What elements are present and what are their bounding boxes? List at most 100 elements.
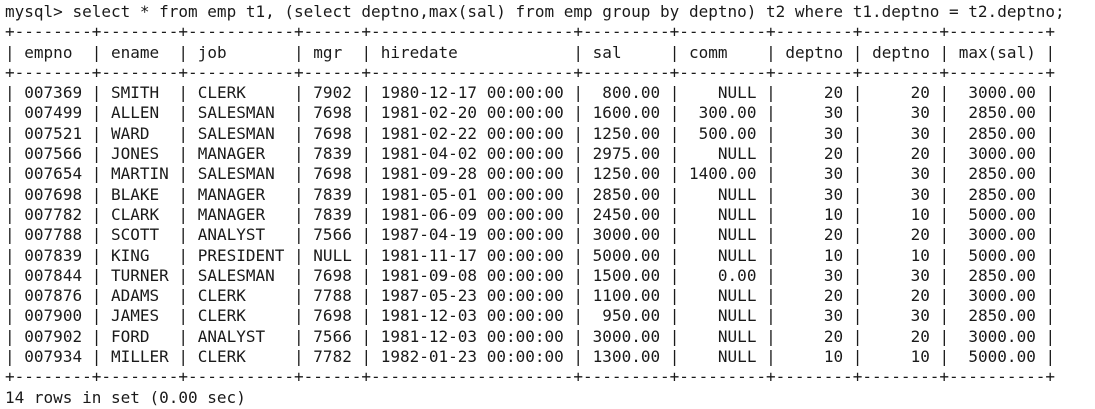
table-cell: SALESMAN: [197, 265, 285, 285]
table-cell: 30: [785, 164, 844, 184]
table-cell: 7839: [313, 184, 352, 204]
table-cell: 1982-01-23 00:00:00: [380, 347, 564, 367]
table-cell: 10: [872, 245, 930, 265]
table-cell: 7566: [313, 326, 352, 346]
table-cell: 7698: [313, 123, 352, 143]
table-row: | 007782 | CLARK | MANAGER | 7839 | 1981…: [5, 204, 1056, 224]
table-cell: JAMES: [110, 306, 169, 326]
table-cell: 2850.00: [958, 123, 1036, 143]
table-cell: 20: [872, 225, 930, 245]
table-cell: 7839: [313, 144, 352, 164]
table-cell: KING: [110, 245, 169, 265]
table-cell: 10: [785, 347, 844, 367]
table-cell: 7698: [313, 103, 352, 123]
table-cell: 20: [785, 225, 844, 245]
terminal-output: mysql> select * from emp t1, (select dep…: [0, 0, 1095, 408]
table-cell: ANALYST: [197, 225, 285, 245]
table-cell: NULL: [689, 184, 757, 204]
table-row: | 007369 | SMITH | CLERK | 7902 | 1980-1…: [5, 83, 1056, 103]
table-cell: NULL: [689, 245, 757, 265]
table-cell: 10: [785, 204, 844, 224]
column-header: deptno: [872, 42, 930, 62]
table-cell: NULL: [689, 83, 757, 103]
table-cell: 7698: [313, 164, 352, 184]
table-cell: 30: [872, 265, 930, 285]
table-cell: PRESIDENT: [197, 245, 285, 265]
table-cell: 3000.00: [958, 286, 1036, 306]
command-line: mysql> select * from emp t1, (select dep…: [5, 2, 1095, 22]
table-cell: JONES: [110, 144, 169, 164]
terminal-window[interactable]: mysql> select * from emp t1, (select dep…: [0, 0, 1095, 409]
table-cell: ANALYST: [197, 326, 285, 346]
table-cell: 20: [872, 144, 930, 164]
table-cell: 1981-11-17 00:00:00: [380, 245, 564, 265]
table-cell: NULL: [313, 245, 352, 265]
table-cell: CLERK: [197, 347, 285, 367]
column-header: mgr: [313, 42, 352, 62]
table-cell: 800.00: [592, 83, 661, 103]
table-cell: 20: [785, 83, 844, 103]
column-header: empno: [24, 42, 83, 62]
table-cell: 007839: [24, 245, 83, 265]
table-cell: 007654: [24, 164, 83, 184]
table-cell: 3000.00: [958, 83, 1036, 103]
table-cell: NULL: [689, 286, 757, 306]
table-border: +--------+--------+-----------+------+--…: [5, 62, 1055, 82]
table-cell: MANAGER: [197, 144, 285, 164]
table-cell: 3000.00: [958, 144, 1036, 164]
table-cell: 1400.00: [689, 164, 757, 184]
table-row: | 007698 | BLAKE | MANAGER | 7839 | 1981…: [5, 184, 1056, 204]
table-cell: 10: [872, 347, 930, 367]
table-cell: 007566: [24, 144, 83, 164]
table-cell: 007902: [24, 326, 83, 346]
table-cell: NULL: [689, 225, 757, 245]
table-cell: NULL: [689, 326, 757, 346]
table-cell: 3000.00: [592, 326, 661, 346]
table-cell: 1100.00: [592, 286, 661, 306]
table-cell: 7902: [313, 83, 352, 103]
table-row: | 007876 | ADAMS | CLERK | 7788 | 1987-0…: [5, 286, 1056, 306]
table-cell: 30: [785, 184, 844, 204]
table-cell: CLERK: [197, 306, 285, 326]
table-cell: 1300.00: [592, 347, 661, 367]
table-cell: 20: [872, 326, 930, 346]
table-cell: 3000.00: [592, 225, 661, 245]
table-cell: 007521: [24, 123, 83, 143]
table-cell: 30: [872, 103, 930, 123]
table-cell: MILLER: [110, 347, 169, 367]
table-cell: BLAKE: [110, 184, 169, 204]
table-cell: NULL: [689, 144, 757, 164]
table-cell: NULL: [689, 347, 757, 367]
column-header: deptno: [785, 42, 844, 62]
table-cell: 1600.00: [592, 103, 661, 123]
table-cell: 20: [785, 286, 844, 306]
column-header: job: [197, 42, 285, 62]
table-row: | 007844 | TURNER | SALESMAN | 7698 | 19…: [5, 265, 1056, 285]
table-cell: 1987-05-23 00:00:00: [380, 286, 564, 306]
table-cell: 20: [785, 326, 844, 346]
table-cell: 1981-06-09 00:00:00: [380, 204, 564, 224]
table-row: | 007521 | WARD | SALESMAN | 7698 | 1981…: [5, 123, 1056, 143]
table-cell: 7782: [313, 347, 352, 367]
table-cell: MARTIN: [110, 164, 169, 184]
table-cell: 1981-09-08 00:00:00: [380, 265, 564, 285]
table-cell: 2850.00: [958, 164, 1036, 184]
table-cell: 7698: [313, 265, 352, 285]
table-cell: 5000.00: [592, 245, 661, 265]
table-cell: CLARK: [110, 204, 169, 224]
table-cell: CLERK: [197, 286, 285, 306]
table-cell: 30: [872, 123, 930, 143]
table-cell: 30: [872, 184, 930, 204]
table-row: | 007934 | MILLER | CLERK | 7782 | 1982-…: [5, 347, 1056, 367]
table-cell: 5000.00: [958, 245, 1036, 265]
table-cell: 1987-04-19 00:00:00: [380, 225, 564, 245]
table-cell: 007782: [24, 204, 83, 224]
table-cell: MANAGER: [197, 204, 285, 224]
column-header: comm: [689, 42, 757, 62]
table-cell: 1981-12-03 00:00:00: [380, 326, 564, 346]
table-cell: 10: [785, 245, 844, 265]
table-cell: 20: [785, 144, 844, 164]
table-cell: 007788: [24, 225, 83, 245]
table-cell: WARD: [110, 123, 169, 143]
column-header: max(sal): [958, 42, 1036, 62]
